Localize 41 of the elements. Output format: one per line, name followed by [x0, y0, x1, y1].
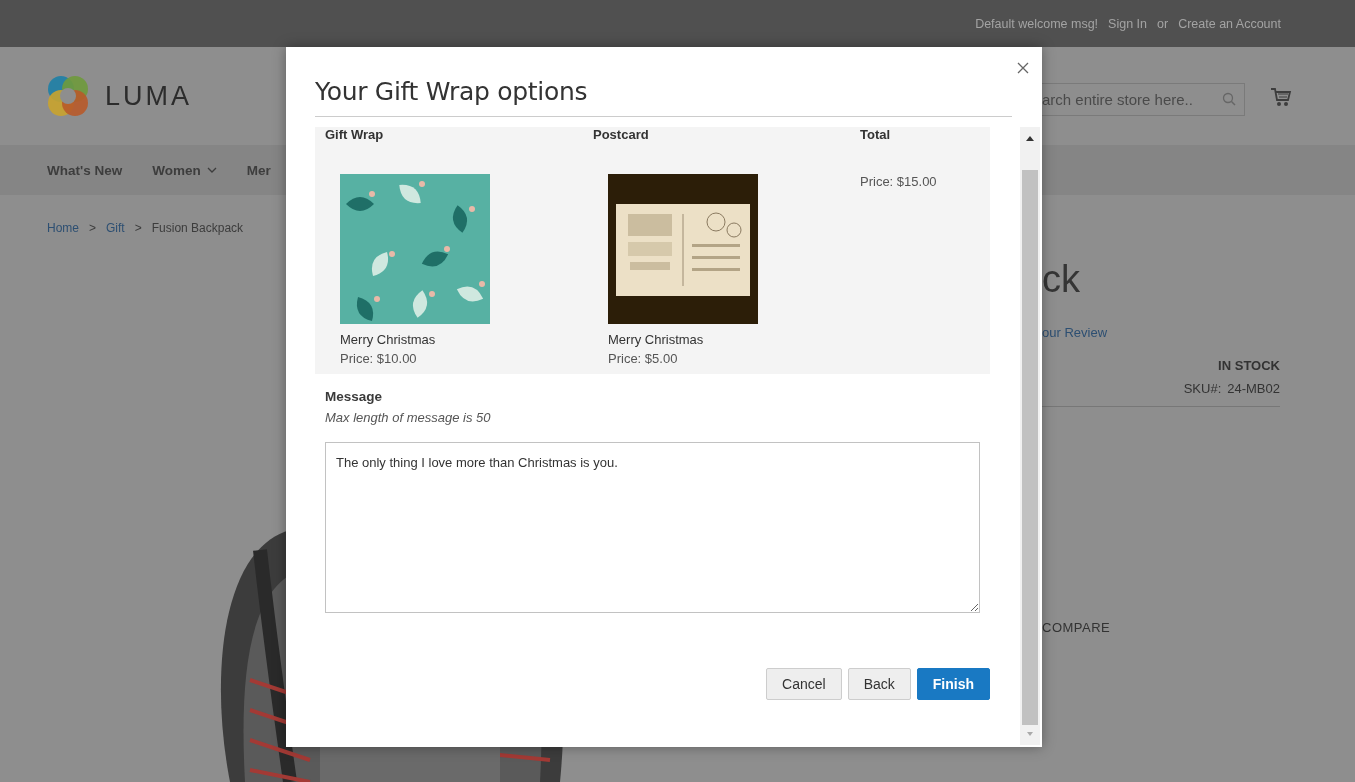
breadcrumb-separator: >: [89, 221, 97, 235]
welcome-message: Default welcome msg!: [975, 16, 1099, 31]
sign-in-link[interactable]: Sign In: [1108, 16, 1147, 31]
sku-value: 24-MB02: [1227, 381, 1280, 396]
nav-item[interactable]: Mer: [246, 162, 271, 178]
search-icon[interactable]: [1222, 92, 1236, 106]
search-field[interactable]: arch entire store here..: [1042, 82, 1245, 116]
dialog-button[interactable]: Cancel: [766, 668, 842, 700]
column-header: Gift Wrap: [324, 127, 385, 144]
logo-text: LUMA: [105, 80, 192, 112]
cart-icon[interactable]: [1270, 86, 1292, 108]
stock-status: IN STOCK: [1218, 358, 1280, 373]
review-link[interactable]: our Review: [1042, 325, 1280, 340]
item-price: Price: $5.00: [608, 350, 679, 366]
scrollbar[interactable]: [1020, 127, 1040, 745]
separator-text: or: [1157, 16, 1169, 31]
breadcrumb-separator: >: [134, 221, 142, 235]
sku-label: SKU#:: [1183, 381, 1222, 396]
breadcrumb-link[interactable]: Gift: [106, 221, 125, 235]
message-field[interactable]: The only thing I love more than Christmas is you.: [325, 442, 980, 613]
dialog-button[interactable]: Back: [847, 668, 911, 700]
dialog-title: Your Gift Wrap options: [315, 77, 589, 106]
column-header: Postcard: [592, 127, 650, 144]
item-name: Merry Christmas: [340, 331, 437, 347]
logo-icon: [45, 73, 91, 119]
breadcrumb-current: Fusion Backpack: [151, 221, 244, 235]
item-price: Price: $10.00: [340, 350, 418, 366]
finish-button[interactable]: Finish: [916, 668, 990, 700]
close-icon[interactable]: [1017, 62, 1029, 74]
column-header: Total: [859, 127, 892, 144]
create-account-link[interactable]: Create an Account: [1178, 16, 1281, 31]
message-hint: Max length of message is 50: [325, 410, 492, 425]
nav-item[interactable]: Women: [152, 162, 217, 178]
nav-item[interactable]: What's New: [47, 162, 123, 178]
product-title: ck: [1042, 257, 1081, 301]
total-price: Price: $15.00: [860, 173, 937, 189]
breadcrumb-link[interactable]: Home: [47, 221, 79, 235]
chevron-icon: [206, 167, 217, 173]
message-label: Message: [325, 389, 384, 404]
item-name: Merry Christmas: [608, 331, 705, 347]
compare-link[interactable]: COMPARE: [1042, 620, 1280, 635]
